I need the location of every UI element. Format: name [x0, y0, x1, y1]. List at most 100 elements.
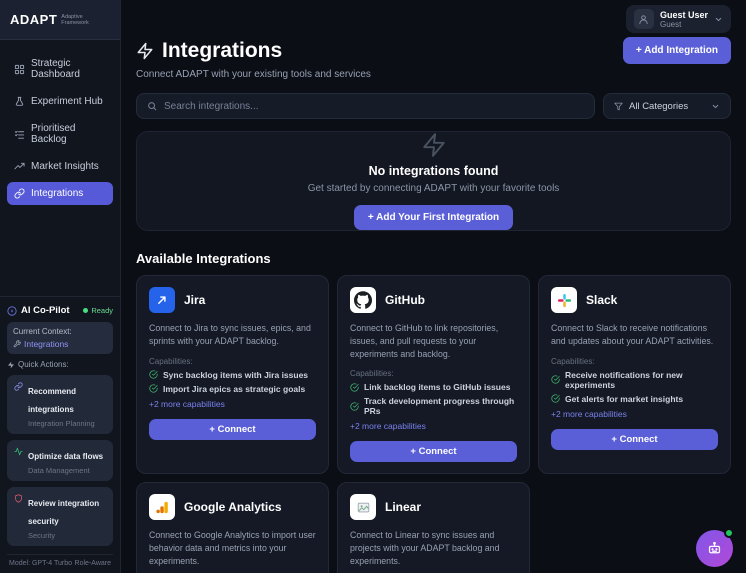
- mode-label: Role-Aware: [75, 560, 111, 567]
- integrations-grid: Jira Connect to Jira to sync issues, epi…: [136, 275, 731, 573]
- capability-item: Import Jira epics as strategic goals: [149, 384, 316, 394]
- quick-action-title: Review integration security: [28, 499, 99, 526]
- sidebar-item-integrations[interactable]: Integrations: [7, 182, 113, 205]
- sidebar: ADAPT Adaptive Framework Strategic Dashb…: [0, 0, 121, 573]
- dashboard-grid-icon: [14, 64, 25, 75]
- integration-card-google-analytics: Google Analytics Connect to Google Analy…: [136, 482, 329, 573]
- model-label: Model: GPT-4 Turbo: [9, 560, 72, 567]
- ai-copilot-panel: AI Co-Pilot Ready Current Context: Integ…: [0, 296, 120, 573]
- card-title: Linear: [385, 500, 421, 514]
- sidebar-item-label: Experiment Hub: [31, 96, 103, 107]
- capability-item: Sync backlog items with Jira issues: [149, 370, 316, 380]
- copilot-title: AI Co-Pilot: [21, 305, 70, 316]
- capability-item: Link backlog items to GitHub issues: [350, 382, 517, 392]
- google-analytics-icon: [149, 494, 175, 520]
- search-box: [136, 93, 595, 119]
- app-name: ADAPT: [10, 12, 57, 27]
- copilot-status: Ready: [83, 306, 113, 315]
- robot-icon: [706, 540, 723, 557]
- app-logo: ADAPT Adaptive Framework: [0, 0, 120, 40]
- quick-action-optimize-data-flows[interactable]: Optimize data flows Data Management: [7, 440, 113, 481]
- slack-icon: [551, 287, 577, 313]
- add-first-integration-button[interactable]: + Add Your First Integration: [354, 205, 513, 230]
- page-title: Integrations: [162, 39, 282, 63]
- more-capabilities-link[interactable]: +2 more capabilities: [551, 409, 718, 419]
- link-icon: [14, 188, 25, 199]
- quick-action-subtitle: Data Management: [28, 466, 103, 475]
- capabilities-label: Capabilities:: [149, 357, 316, 366]
- integration-card-github: GitHub Connect to GitHub to link reposit…: [337, 275, 530, 474]
- filter-icon: [614, 102, 623, 111]
- card-title: GitHub: [385, 293, 425, 307]
- notification-dot: [724, 528, 734, 538]
- sidebar-nav: Strategic Dashboard Experiment Hub Prior…: [0, 40, 120, 217]
- card-description: Connect to Jira to sync issues, epics, a…: [149, 322, 316, 348]
- bolt-icon: [421, 132, 447, 158]
- copilot-current-context: Current Context: Integrations: [7, 322, 113, 354]
- sidebar-item-prioritised-backlog[interactable]: Prioritised Backlog: [7, 117, 113, 151]
- card-description: Connect to Google Analytics to import us…: [149, 529, 316, 567]
- sidebar-item-strategic-dashboard[interactable]: Strategic Dashboard: [7, 52, 113, 86]
- check-circle-icon: [149, 370, 158, 379]
- quick-actions-label: Quick Actions:: [18, 360, 69, 369]
- copilot-footer: Model: GPT-4 Turbo Role-Aware: [7, 554, 113, 573]
- sidebar-item-label: Prioritised Backlog: [31, 123, 106, 145]
- sidebar-item-experiment-hub[interactable]: Experiment Hub: [7, 90, 113, 113]
- quick-action-subtitle: Integration Planning: [28, 419, 106, 428]
- check-circle-icon: [551, 375, 560, 384]
- jira-icon: [149, 287, 175, 313]
- capabilities-label: Capabilities:: [350, 369, 517, 378]
- ai-chat-fab[interactable]: [696, 530, 733, 567]
- more-capabilities-link[interactable]: +2 more capabilities: [149, 399, 316, 409]
- quick-actions-icon: [7, 361, 15, 369]
- connect-button[interactable]: + Connect: [551, 429, 718, 450]
- more-capabilities-link[interactable]: +2 more capabilities: [350, 421, 517, 431]
- integration-card-jira: Jira Connect to Jira to sync issues, epi…: [136, 275, 329, 474]
- empty-state: No integrations found Get started by con…: [136, 131, 731, 231]
- card-title: Jira: [184, 293, 205, 307]
- user-role: Guest: [660, 20, 708, 29]
- card-description: Connect to Slack to receive notification…: [551, 322, 718, 348]
- activity-icon: [14, 447, 23, 456]
- checklist-icon: [14, 129, 25, 140]
- github-icon: [350, 287, 376, 313]
- avatar: [634, 9, 654, 29]
- context-label: Current Context:: [13, 327, 107, 336]
- quick-action-recommend-integrations[interactable]: Recommend integrations Integration Plann…: [7, 375, 113, 434]
- card-title: Google Analytics: [184, 500, 282, 514]
- card-description: Connect to GitHub to link repositories, …: [350, 322, 517, 360]
- user-name: Guest User: [660, 10, 708, 20]
- status-dot: [83, 308, 88, 313]
- connect-button[interactable]: + Connect: [149, 419, 316, 440]
- category-filter[interactable]: All Categories: [603, 93, 731, 119]
- quick-action-title: Optimize data flows: [28, 452, 103, 461]
- card-title: Slack: [586, 293, 617, 307]
- app-tagline: Adaptive Framework: [61, 14, 110, 26]
- connect-button[interactable]: + Connect: [350, 441, 517, 462]
- trending-up-icon: [14, 161, 25, 172]
- link-icon: [14, 382, 23, 391]
- search-icon: [147, 101, 157, 111]
- check-circle-icon: [149, 384, 158, 393]
- user-menu[interactable]: Guest User Guest: [626, 5, 731, 33]
- capability-item: Get alerts for market insights: [551, 394, 718, 404]
- capabilities-label: Capabilities:: [551, 357, 718, 366]
- integration-card-slack: Slack Connect to Slack to receive notifi…: [538, 275, 731, 474]
- empty-state-title: No integrations found: [369, 164, 499, 178]
- sidebar-item-market-insights[interactable]: Market Insights: [7, 155, 113, 178]
- integrations-bolt-icon: [136, 42, 154, 60]
- quick-action-title: Recommend integrations: [28, 387, 76, 414]
- chevron-down-icon: [711, 102, 720, 111]
- capability-item: Receive notifications for new experiment…: [551, 370, 718, 390]
- chevron-down-icon: [714, 15, 723, 24]
- search-input[interactable]: [164, 101, 584, 112]
- empty-state-subtitle: Get started by connecting ADAPT with you…: [308, 183, 560, 194]
- filter-value: All Categories: [629, 101, 705, 112]
- capability-item: Track development progress through PRs: [350, 396, 517, 416]
- sidebar-item-label: Integrations: [31, 188, 83, 199]
- check-circle-icon: [350, 383, 359, 392]
- integration-card-linear: Linear Connect to Linear to sync issues …: [337, 482, 530, 573]
- quick-action-review-security[interactable]: Review integration security Security: [7, 487, 113, 546]
- add-integration-button[interactable]: + Add Integration: [623, 37, 731, 64]
- sidebar-item-label: Strategic Dashboard: [31, 58, 106, 80]
